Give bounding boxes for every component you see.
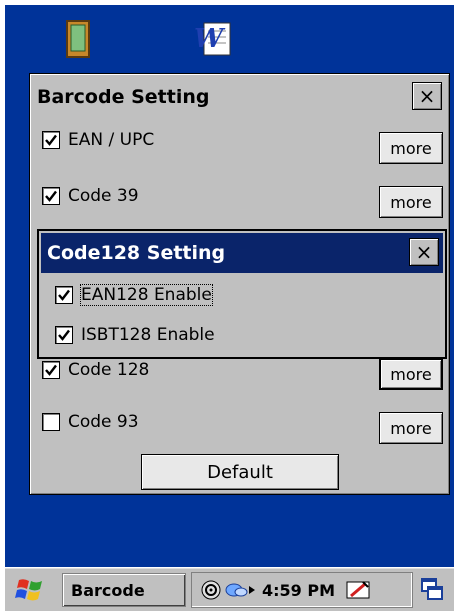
option-label: Code 39 <box>68 186 139 206</box>
dialog-title: Barcode Setting <box>37 86 210 108</box>
close-icon: × <box>415 240 433 264</box>
svg-text:W: W <box>194 24 226 54</box>
device-screen: W Barcode Setting × EAN / UPC more Code … <box>5 5 454 611</box>
clock[interactable]: 4:59 PM <box>262 581 335 600</box>
checkbox-ean128-enable[interactable] <box>55 286 73 304</box>
close-button[interactable]: × <box>412 82 442 110</box>
checkbox-isbt128-enable[interactable] <box>55 326 73 344</box>
option-code-39[interactable]: Code 39 <box>42 186 139 206</box>
option-isbt128-enable[interactable]: ISBT128 Enable <box>55 325 215 345</box>
task-label: Barcode <box>71 580 145 600</box>
barcode-setting-titlebar: Barcode Setting × <box>33 77 446 117</box>
option-ean-upc[interactable]: EAN / UPC <box>42 130 154 150</box>
code128-setting-dialog: Code128 Setting × EAN128 Enable ISBT128 … <box>37 229 447 359</box>
subdialog-close-button[interactable]: × <box>409 238 439 266</box>
more-label: more <box>390 138 432 158</box>
close-icon: × <box>418 84 436 108</box>
option-label: EAN128 Enable <box>80 284 213 306</box>
more-button-code-39[interactable]: more <box>379 186 443 218</box>
word-doc-icon[interactable]: W <box>192 19 234 65</box>
option-label: EAN / UPC <box>68 130 155 150</box>
volume-icon[interactable] <box>200 579 222 601</box>
option-code-128[interactable]: Code 128 <box>42 360 149 380</box>
system-tray: 4:59 PM <box>191 572 413 608</box>
option-label: Code 128 <box>68 360 150 380</box>
code128-setting-titlebar: Code128 Setting × <box>41 233 443 273</box>
checkbox-ean-upc[interactable] <box>42 131 60 149</box>
desktop-icon[interactable] <box>420 577 444 603</box>
default-button[interactable]: Default <box>141 454 339 490</box>
option-label: Code 93 <box>68 412 139 432</box>
book-icon[interactable] <box>65 19 91 63</box>
more-button-ean-upc[interactable]: more <box>379 132 443 164</box>
more-label: more <box>390 192 432 212</box>
default-label: Default <box>207 461 273 483</box>
option-ean128-enable[interactable]: EAN128 Enable <box>55 284 213 306</box>
option-label: ISBT128 Enable <box>81 325 215 345</box>
more-button-code-128[interactable]: more <box>379 358 443 390</box>
subdialog-title: Code128 Setting <box>47 242 226 264</box>
taskbar: Barcode 4:59 PM <box>5 567 454 611</box>
input-panel-icon[interactable] <box>345 578 371 602</box>
task-barcode-button[interactable]: Barcode <box>62 573 186 607</box>
more-label: more <box>390 418 432 438</box>
option-code-93[interactable]: Code 93 <box>42 412 139 432</box>
tray-arrow-icon[interactable] <box>248 585 256 595</box>
checkbox-code-128[interactable] <box>42 361 60 379</box>
network-icon[interactable] <box>224 580 248 600</box>
more-label: more <box>390 364 432 384</box>
checkbox-code-39[interactable] <box>42 187 60 205</box>
more-button-code-93[interactable]: more <box>379 412 443 444</box>
checkbox-code-93[interactable] <box>42 413 60 431</box>
start-flag-icon[interactable] <box>15 576 45 604</box>
